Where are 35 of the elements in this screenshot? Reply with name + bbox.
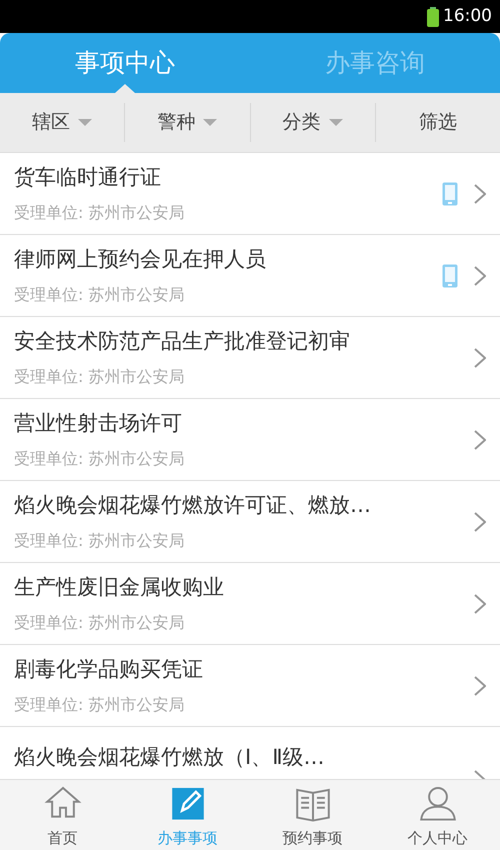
dropdown-caret-icon xyxy=(203,118,218,126)
filter-button[interactable]: 筛选 xyxy=(376,93,500,152)
item-title: 焰火晚会烟花爆竹燃放（Ⅰ、Ⅱ级… xyxy=(14,744,326,771)
list-item[interactable]: 货车临时通行证 受理单位: 苏州市公安局 xyxy=(0,153,500,235)
item-subtitle: 受理单位: 苏州市公安局 xyxy=(14,284,186,306)
nav-tab[interactable]: 预约事项 xyxy=(250,780,375,850)
list-item[interactable]: 焰火晚会烟花爆竹燃放许可证、燃放… 受理单位: 苏州市公安局 xyxy=(0,481,500,563)
item-subtitle: 受理单位: 苏州市公安局 xyxy=(14,448,186,470)
list-item[interactable]: 剧毒化学品购买凭证 受理单位: 苏州市公安局 xyxy=(0,645,500,727)
clock-time: 16:00 xyxy=(443,4,492,28)
item-title: 剧毒化学品购买凭证 xyxy=(14,656,204,683)
item-subtitle: 受理单位: 苏州市公安局 xyxy=(14,366,186,388)
list-item[interactable]: 营业性射击场许可 受理单位: 苏州市公安局 xyxy=(0,399,500,481)
item-title: 生产性废旧金属收购业 xyxy=(14,574,225,601)
item-title: 货车临时通行证 xyxy=(14,164,162,191)
dropdown-caret-icon xyxy=(328,118,343,126)
filter-button[interactable]: 辖区 xyxy=(0,93,124,152)
battery-icon xyxy=(427,6,439,26)
item-subtitle: 受理单位: 苏州市公安局 xyxy=(14,612,186,634)
item-title: 安全技术防范产品生产批准登记初审 xyxy=(14,328,351,355)
list-item[interactable]: 安全技术防范产品生产批准登记初审 受理单位: 苏州市公安局 xyxy=(0,317,500,399)
item-title: 营业性射击场许可 xyxy=(14,410,183,437)
item-title: 律师网上预约会见在押人员 xyxy=(14,246,267,273)
person-icon xyxy=(418,784,458,824)
item-subtitle: 受理单位: 苏州市公安局 xyxy=(14,694,186,716)
dropdown-caret-icon xyxy=(78,118,92,126)
list-item[interactable]: 律师网上预约会见在押人员 受理单位: 苏州市公安局 xyxy=(0,235,500,317)
filter-button[interactable]: 警种 xyxy=(125,93,250,152)
nav-tab[interactable]: 个人中心 xyxy=(375,780,500,850)
item-subtitle: 受理单位: 苏州市公安局 xyxy=(14,202,186,224)
item-title: 焰火晚会烟花爆竹燃放许可证、燃放… xyxy=(14,492,372,519)
nav-tab[interactable]: 首页 xyxy=(0,780,125,850)
item-subtitle: 受理单位: 苏州市公安局 xyxy=(14,530,186,552)
list-item[interactable]: 生产性废旧金属收购业 受理单位: 苏州市公安局 xyxy=(0,563,500,645)
filter-button[interactable]: 分类 xyxy=(250,93,375,152)
